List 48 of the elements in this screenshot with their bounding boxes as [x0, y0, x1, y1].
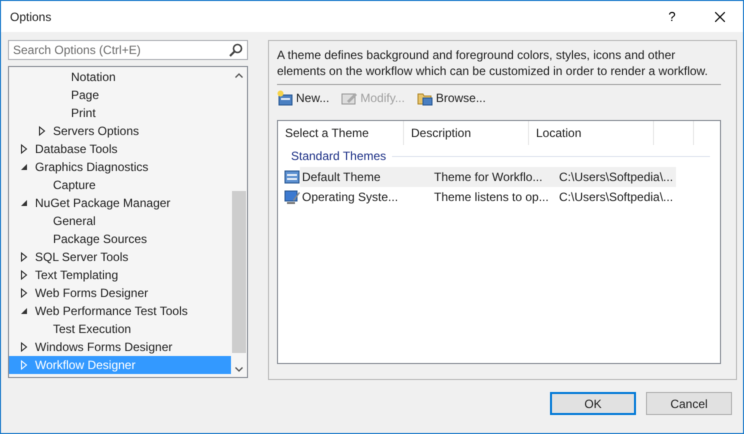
search-icon[interactable]: [229, 43, 243, 57]
column-header[interactable]: Select a Theme: [278, 121, 404, 145]
tree-item[interactable]: Servers Options: [9, 122, 231, 140]
monitor-pencil-icon: [284, 189, 300, 205]
toolbar-button[interactable]: Browse...: [416, 90, 486, 106]
tree-item[interactable]: Capture: [9, 176, 231, 194]
tree-item[interactable]: Text Templating: [9, 266, 231, 284]
table-cell-text: Default Theme: [301, 170, 382, 184]
tree-item[interactable]: Graphics Diagnostics: [9, 158, 231, 176]
table-cell-text: Operating Syste...: [301, 190, 400, 204]
tree-item[interactable]: General: [9, 212, 231, 230]
group-header: Standard Themes: [291, 149, 386, 163]
tree-item[interactable]: SQL Server Tools: [9, 248, 231, 266]
new-document-icon: [277, 90, 293, 106]
toolbar-button[interactable]: New...: [277, 90, 330, 106]
tree-item[interactable]: Web Forms Designer: [9, 284, 231, 302]
scroll-up-icon[interactable]: [235, 72, 243, 78]
tree-item[interactable]: Notation: [9, 68, 231, 86]
tree-item[interactable]: Database Tools: [9, 140, 231, 158]
theme-row[interactable]: Operating Syste... Theme listens to op... C:\Users\Softpedia\...: [300, 187, 676, 207]
table-cell-text: Theme listens to op...: [433, 190, 550, 204]
ok-button[interactable]: OK: [550, 392, 636, 415]
expanded-arrow-icon[interactable]: [19, 198, 29, 208]
tree-item[interactable]: Print: [9, 104, 231, 122]
tree-item[interactable]: NuGet Package Manager: [9, 194, 231, 212]
column-header[interactable]: Description: [404, 121, 529, 145]
tree-item[interactable]: Package Sources: [9, 230, 231, 248]
edit-pencil-icon: [341, 90, 358, 106]
search-field[interactable]: Search Options (Ctrl+E): [8, 40, 248, 60]
help-button[interactable]: ?: [647, 8, 697, 25]
tree-item[interactable]: Windows Forms Designer: [9, 338, 231, 356]
scroll-thumb[interactable]: [232, 191, 246, 353]
table-cell-text: Theme for Workflo...: [433, 170, 544, 184]
close-icon[interactable]: [715, 12, 725, 22]
expanded-arrow-icon[interactable]: [19, 306, 29, 316]
window-title: Options: [10, 10, 52, 24]
cancel-button[interactable]: Cancel: [646, 392, 732, 415]
window-icon: [284, 169, 300, 185]
tree-item[interactable]: Web Performance Test Tools: [9, 302, 231, 320]
expanded-arrow-icon[interactable]: [19, 162, 29, 172]
column-header[interactable]: Location: [529, 121, 654, 145]
scroll-down-icon[interactable]: [235, 366, 243, 372]
tree-item[interactable]: Test Execution: [9, 320, 231, 338]
theme-row[interactable]: Default Theme Theme for Workflo... C:\Users\Softpedia\...: [300, 167, 676, 187]
table-cell-text: C:\Users\Softpedia\...: [558, 170, 674, 184]
table-cell-text: C:\Users\Softpedia\...: [558, 190, 674, 204]
tree-item[interactable]: Page: [9, 86, 231, 104]
description-text: A theme defines background and foreground colors, styles, icons and other elements on the workflow which can be customized in order to render a workflow.: [277, 47, 721, 85]
